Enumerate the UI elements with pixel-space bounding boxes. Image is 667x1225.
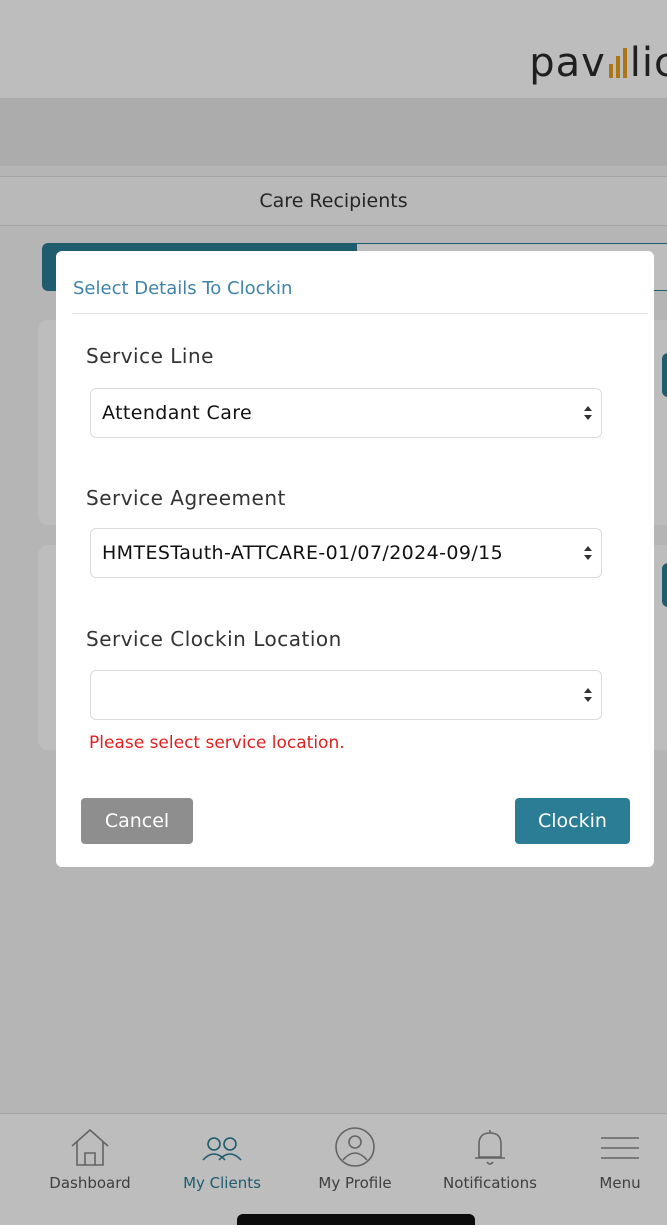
service-agreement-select[interactable]: HMTESTauth-ATTCARE-01/07/2024-09/15	[90, 528, 602, 578]
select-arrows-icon	[584, 688, 592, 702]
clockin-button[interactable]: Clockin	[515, 798, 630, 844]
service-line-label: Service Line	[86, 344, 214, 368]
cancel-button[interactable]: Cancel	[81, 798, 193, 844]
service-location-select[interactable]	[90, 670, 602, 720]
service-agreement-label: Service Agreement	[86, 486, 286, 510]
service-line-select[interactable]: Attendant Care	[90, 388, 602, 438]
select-arrows-icon	[584, 406, 592, 420]
dialog-title: Select Details To Clockin	[73, 278, 293, 299]
service-location-label: Service Clockin Location	[86, 627, 342, 651]
select-arrows-icon	[584, 546, 592, 560]
divider	[72, 313, 648, 314]
location-error-message: Please select service location.	[89, 733, 345, 753]
clockin-dialog: Select Details To Clockin Service Line A…	[56, 251, 654, 867]
